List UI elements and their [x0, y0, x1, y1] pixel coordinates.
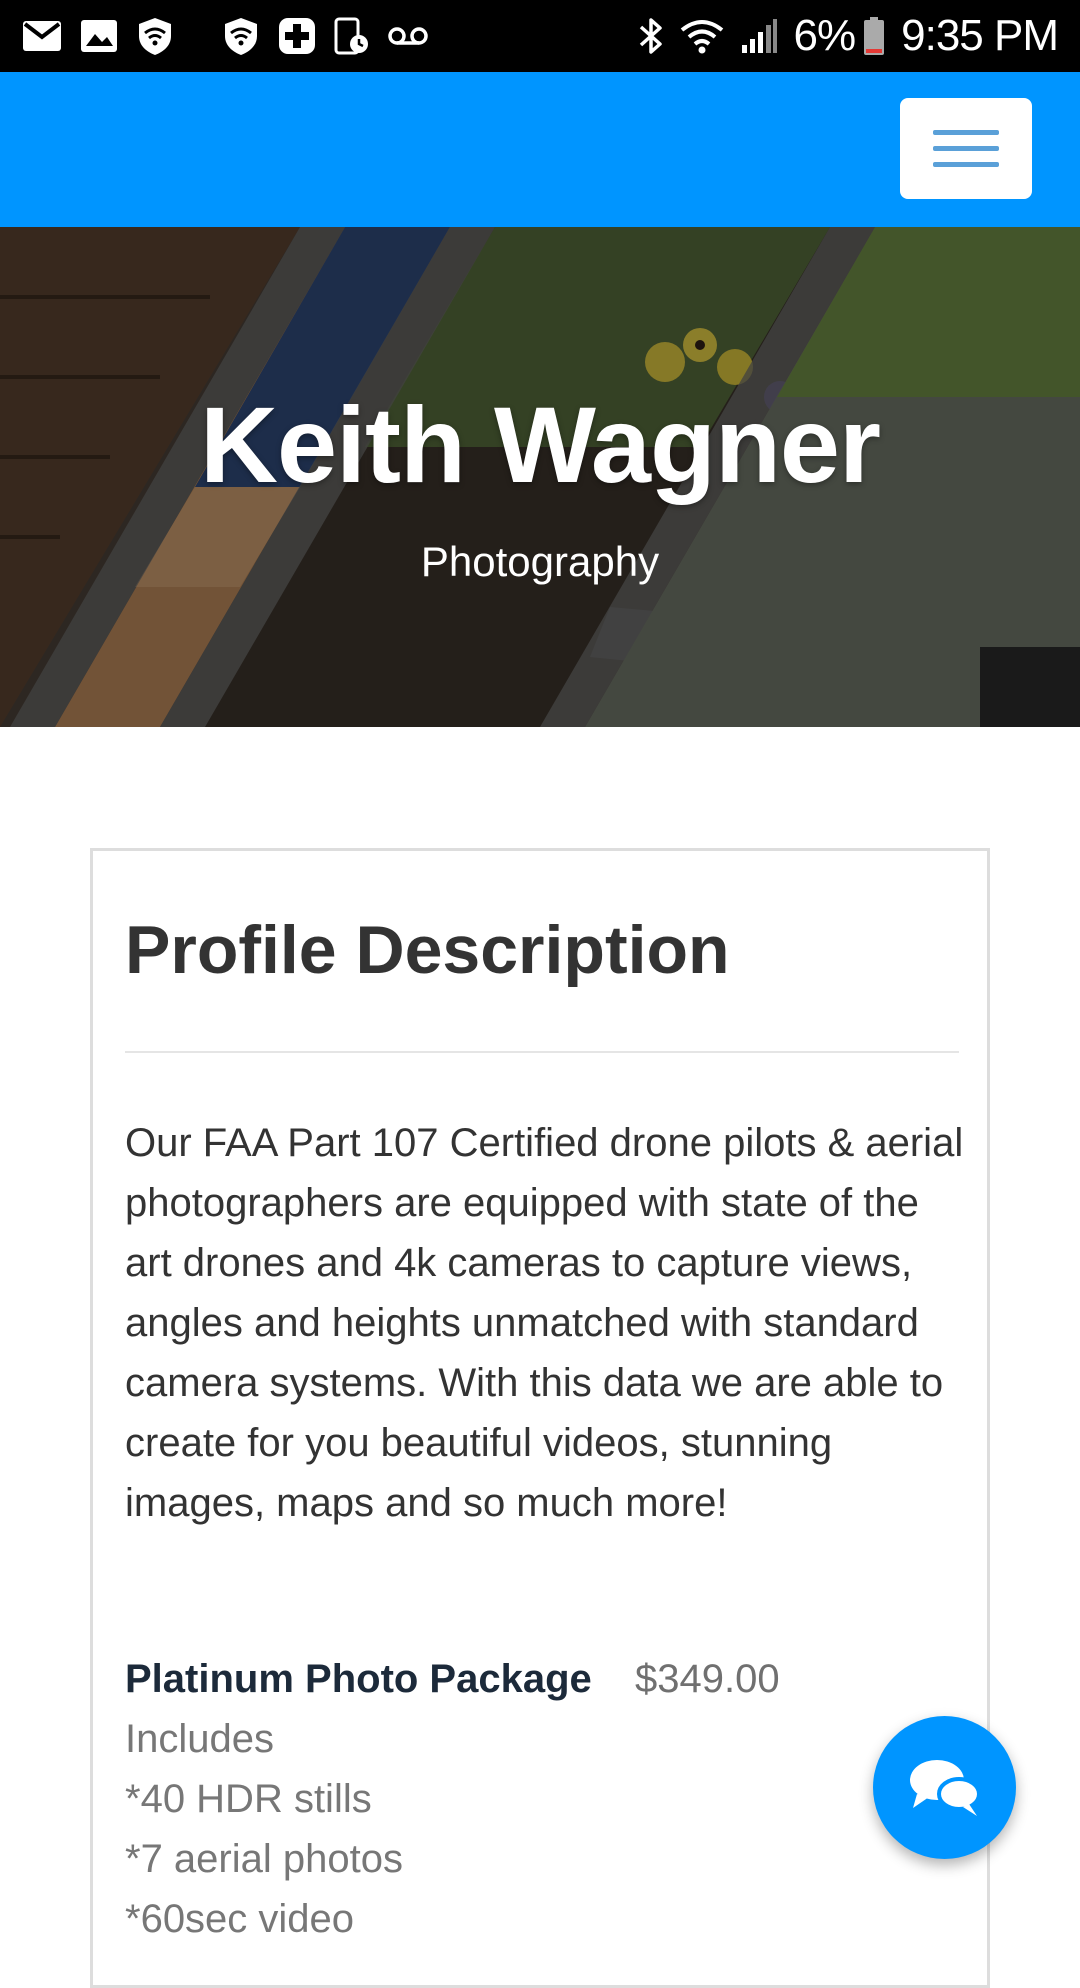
chat-button[interactable]: [873, 1716, 1016, 1859]
profile-description: Our FAA Part 107 Certified drone pilots …: [125, 1121, 964, 1525]
medical-cross-icon: [278, 17, 316, 55]
voicemail-icon: [388, 25, 428, 47]
wifi-icon: [680, 18, 724, 54]
hero-title: Keith Wagner: [199, 384, 881, 505]
package-detail-line: *60sec video: [125, 1897, 355, 1941]
shield-icon: [136, 16, 174, 56]
package-price: $349.00: [635, 1657, 780, 1701]
hero-banner: Keith Wagner Photography: [0, 227, 1080, 727]
shield-icon: [222, 16, 260, 56]
battery-percent: 6%: [793, 11, 857, 60]
clock: 9:35 PM: [901, 11, 1059, 60]
hero-subtitle: Photography: [420, 538, 660, 585]
profile-card: Profile Description Our FAA Part 107 Cer…: [90, 848, 990, 1988]
image-icon: [80, 19, 118, 53]
profile-heading: Profile Description: [125, 912, 730, 988]
status-bar: 6% 9:35 PM: [0, 0, 1080, 72]
package-detail-line: *7 aerial photos: [125, 1837, 403, 1881]
package-detail-line: Includes: [125, 1717, 274, 1761]
battery-icon: [863, 16, 885, 56]
package-details: Includes *40 HDR stills *7 aerial photos…: [125, 1709, 403, 1949]
status-right-icons: 6% 9:35 PM: [622, 11, 1059, 61]
signal-icon: [740, 17, 778, 55]
mail-icon: [22, 20, 62, 52]
hamburger-menu-button[interactable]: [900, 98, 1032, 199]
device-clock-icon: [334, 17, 370, 55]
top-navbar: [0, 72, 1080, 227]
package-detail-line: *40 HDR stills: [125, 1777, 372, 1821]
package-name: Platinum Photo Package: [125, 1657, 592, 1701]
status-left-icons: [22, 16, 446, 56]
divider: [125, 1051, 959, 1053]
chat-bubbles-icon: [909, 1759, 981, 1816]
bluetooth-icon: [638, 16, 664, 56]
hamburger-menu-icon: [933, 129, 999, 167]
